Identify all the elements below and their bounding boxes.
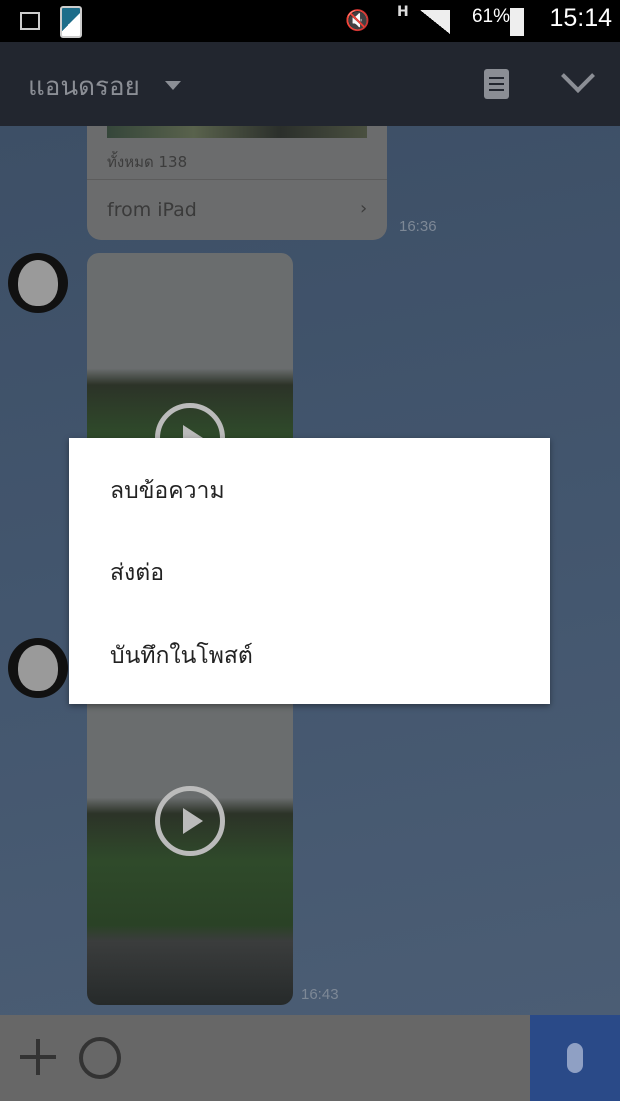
divider <box>87 179 387 180</box>
clock: 15:14 <box>549 4 612 32</box>
mask-face-icon <box>18 645 58 691</box>
notes-icon[interactable] <box>484 69 509 99</box>
chat-title[interactable]: แอนดรอย <box>28 66 140 107</box>
hspa-icon: H <box>397 4 409 20</box>
vibrate-mute-icon: 🔇 <box>345 8 370 32</box>
battery-charging-icon <box>510 8 524 36</box>
mask-face-icon <box>18 260 58 306</box>
context-menu: ลบข้อความ ส่งต่อ บันทึกในโพสต์ <box>69 438 550 704</box>
avatar[interactable] <box>8 638 68 698</box>
plus-icon-v <box>36 1039 40 1075</box>
message-time: 16:43 <box>301 986 339 1003</box>
album-count: ทั้งหมด 138 <box>107 153 188 171</box>
emoji-icon[interactable] <box>79 1037 121 1079</box>
menu-item-forward[interactable]: ส่งต่อ <box>69 532 550 614</box>
video-message[interactable] <box>87 686 293 1005</box>
message-time: 16:36 <box>399 218 437 235</box>
chat-header: แอนดรอย <box>0 42 620 126</box>
image-icon <box>20 12 40 30</box>
avatar[interactable] <box>8 253 68 313</box>
signal-icon <box>420 10 450 34</box>
battery-percent: 61% <box>471 6 510 27</box>
input-bar <box>0 1015 620 1101</box>
dropdown-icon[interactable] <box>165 81 181 90</box>
chevron-right-icon: › <box>360 198 368 219</box>
album-message[interactable]: ทั้งหมด 138 from iPad › <box>87 126 387 240</box>
menu-item-delete[interactable]: ลบข้อความ <box>69 450 550 532</box>
microphone-icon <box>567 1043 583 1073</box>
status-bar: 🔇 H 61% 15:14 <box>0 0 620 42</box>
microphone-button[interactable] <box>530 1015 620 1101</box>
menu-item-save-to-post[interactable]: บันทึกในโพสต์ <box>69 615 550 697</box>
album-thumbnail <box>107 126 367 138</box>
album-link[interactable]: from iPad <box>107 199 197 221</box>
phone-icon <box>60 6 82 38</box>
play-icon[interactable] <box>155 786 225 856</box>
chevron-down-icon[interactable] <box>561 59 595 93</box>
